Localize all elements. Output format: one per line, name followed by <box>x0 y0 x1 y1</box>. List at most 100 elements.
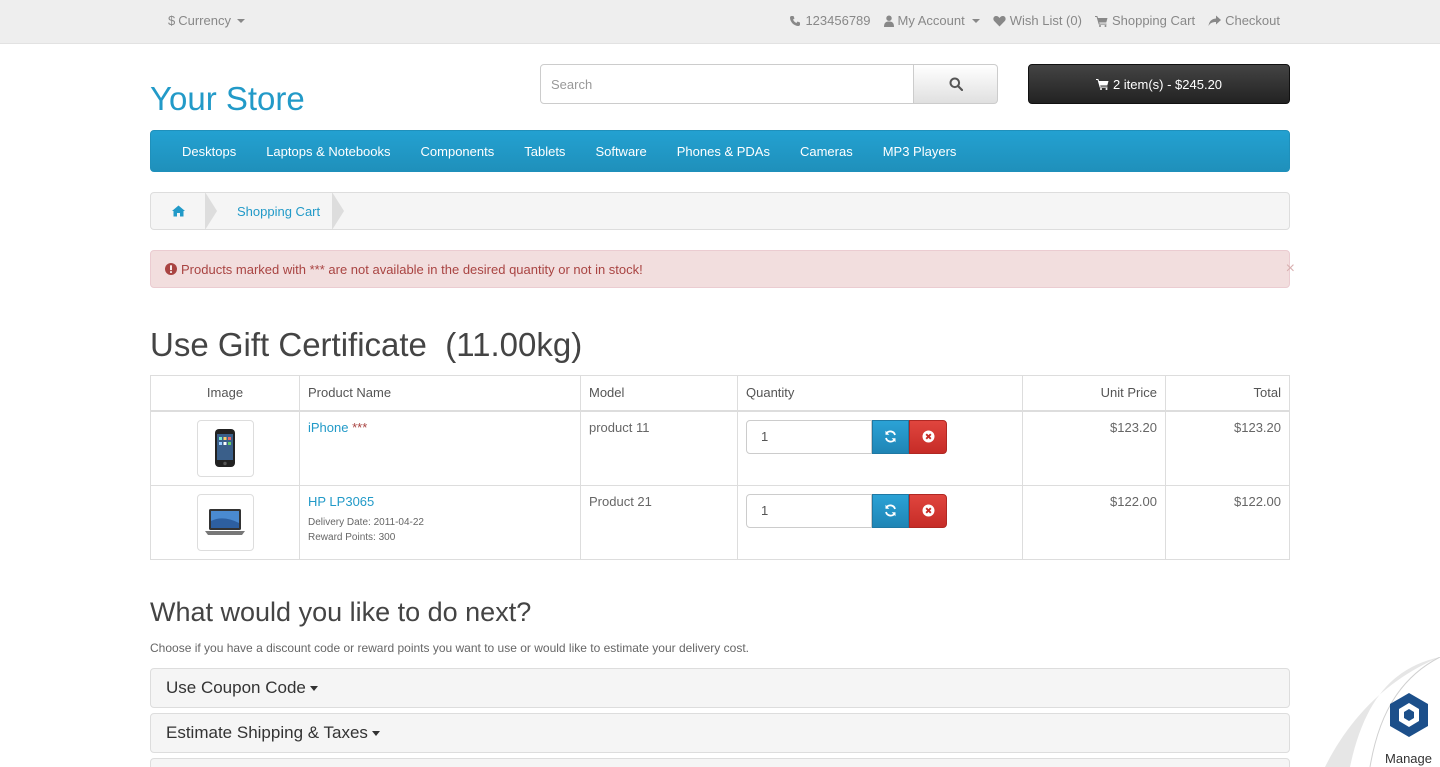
quantity-group <box>746 419 1014 454</box>
unit-price-cell: $122.00 <box>1022 484 1166 560</box>
wish-list-label: Wish List (0) <box>1009 13 1082 28</box>
stock-alert: Products marked with *** are not availab… <box>150 250 1295 288</box>
table-row: HP LP3065 Delivery Date: 2011-04-22 Rewa… <box>150 484 1290 560</box>
chevron-down-icon <box>971 18 980 23</box>
quantity-cell <box>737 410 1023 486</box>
breadcrumb-shopping-cart[interactable]: Shopping Cart <box>217 204 332 219</box>
coupon-panel-header[interactable]: Use Coupon Code <box>150 668 1290 708</box>
refresh-icon <box>884 504 897 517</box>
col-quantity: Quantity <box>737 375 1023 412</box>
search-input[interactable] <box>540 64 914 104</box>
search-icon <box>949 77 963 91</box>
cart-summary-label: 2 item(s) - $245.20 <box>1112 76 1223 92</box>
chevron-down-icon <box>371 730 380 736</box>
col-total: Total <box>1165 375 1290 412</box>
home-icon <box>171 205 185 217</box>
my-account-dropdown[interactable]: My Account <box>883 13 980 28</box>
shipping-panel-header[interactable]: Estimate Shipping & Taxes <box>150 713 1290 753</box>
wish-list-link[interactable]: Wish List (0) <box>993 13 1082 28</box>
phone-icon <box>789 15 801 27</box>
phone-number: 123456789 <box>805 13 871 28</box>
next-steps-title: What would you like to do next? <box>150 597 532 627</box>
manage-badge[interactable]: Manage <box>1325 657 1440 767</box>
close-icon[interactable]: × <box>1286 260 1295 278</box>
menu-item-software[interactable]: Software <box>580 144 661 159</box>
cart-icon <box>1095 78 1109 90</box>
remove-button[interactable] <box>909 419 947 454</box>
chevron-down-icon <box>236 18 245 23</box>
menu-item-desktops[interactable]: Desktops <box>167 144 251 159</box>
table-row: iPhone *** product 11 $123.20 $123.20 <box>150 410 1290 486</box>
reward-points: Reward Points: 300 <box>308 531 396 543</box>
update-button[interactable] <box>872 493 909 528</box>
cart-icon <box>1094 15 1108 27</box>
out-of-stock-flag: *** <box>352 419 368 435</box>
quantity-input[interactable] <box>746 493 872 528</box>
menu-item-tablets[interactable]: Tablets <box>509 144 580 159</box>
unit-price-cell: $123.20 <box>1022 410 1166 486</box>
product-image-cell <box>150 410 300 486</box>
currency-dropdown[interactable]: $ Currency <box>168 13 245 28</box>
phone-link[interactable]: 123456789 <box>789 13 871 28</box>
quantity-cell <box>737 484 1023 560</box>
user-icon <box>883 15 894 27</box>
cart-table: Image Product Name Model Quantity Unit P… <box>150 375 1290 560</box>
product-thumbnail[interactable] <box>196 419 254 477</box>
cart-summary-button[interactable]: 2 item(s) - $245.20 <box>1028 64 1290 104</box>
total-cell: $122.00 <box>1165 484 1290 560</box>
checkout-label: Checkout <box>1225 13 1280 28</box>
store-logo[interactable]: Your Store <box>150 80 305 118</box>
currency-symbol: $ <box>168 13 176 28</box>
search-button[interactable] <box>914 64 998 104</box>
chevron-down-icon <box>309 685 318 691</box>
col-unit-price: Unit Price <box>1022 375 1166 412</box>
quantity-input[interactable] <box>746 419 872 454</box>
shopping-cart-label: Shopping Cart <box>1111 13 1196 28</box>
times-circle-icon <box>922 504 935 517</box>
col-image: Image <box>150 375 300 412</box>
product-link[interactable]: iPhone <box>308 420 348 435</box>
product-thumbnail[interactable] <box>196 493 254 551</box>
product-name-cell: iPhone *** <box>299 410 581 486</box>
manage-logo-icon <box>1390 693 1428 737</box>
exclamation-circle-icon <box>165 263 177 275</box>
product-image-cell <box>150 484 300 560</box>
shopping-cart-link[interactable]: Shopping Cart <box>1094 13 1196 28</box>
heart-icon <box>993 15 1006 27</box>
col-model: Model <box>580 375 738 412</box>
menu-item-mp3[interactable]: MP3 Players <box>868 144 972 159</box>
checkout-link[interactable]: Checkout <box>1208 13 1280 28</box>
phone-product-icon <box>215 429 235 467</box>
model-cell: Product 21 <box>580 484 738 560</box>
menu-item-laptops[interactable]: Laptops & Notebooks <box>251 144 405 159</box>
alert-message: Products marked with *** are not availab… <box>181 261 643 277</box>
update-button[interactable] <box>872 419 909 454</box>
shipping-panel-label: Estimate Shipping & Taxes <box>166 723 368 742</box>
top-bar: $ Currency 123456789 My Account Wish Lis… <box>0 0 1440 44</box>
times-circle-icon <box>922 430 935 443</box>
my-account-label: My Account <box>897 13 965 28</box>
page-title: Use Gift Certificate (11.00kg) <box>150 326 583 363</box>
next-panel-partial[interactable] <box>150 758 1290 767</box>
product-name-cell: HP LP3065 Delivery Date: 2011-04-22 Rewa… <box>299 484 581 560</box>
breadcrumb-separator <box>332 192 345 230</box>
refresh-icon <box>884 430 897 443</box>
top-links: 123456789 My Account Wish List (0) Shopp… <box>789 13 1280 28</box>
quantity-group <box>746 493 1014 528</box>
manage-label: Manage <box>1385 751 1432 766</box>
search-bar <box>540 64 998 104</box>
menu-item-cameras[interactable]: Cameras <box>785 144 868 159</box>
share-icon <box>1208 15 1222 27</box>
menu-item-components[interactable]: Components <box>406 144 510 159</box>
remove-button[interactable] <box>909 493 947 528</box>
product-link[interactable]: HP LP3065 <box>308 494 374 509</box>
next-steps-description: Choose if you have a discount code or re… <box>150 641 749 655</box>
coupon-panel-label: Use Coupon Code <box>166 678 306 697</box>
table-header-row: Image Product Name Model Quantity Unit P… <box>150 375 1290 412</box>
col-product-name: Product Name <box>299 375 581 412</box>
laptop-product-icon <box>205 509 245 535</box>
breadcrumb-home[interactable] <box>151 205 205 217</box>
breadcrumb-separator <box>205 192 217 230</box>
breadcrumb: Shopping Cart <box>150 192 1290 230</box>
menu-item-phones[interactable]: Phones & PDAs <box>662 144 785 159</box>
